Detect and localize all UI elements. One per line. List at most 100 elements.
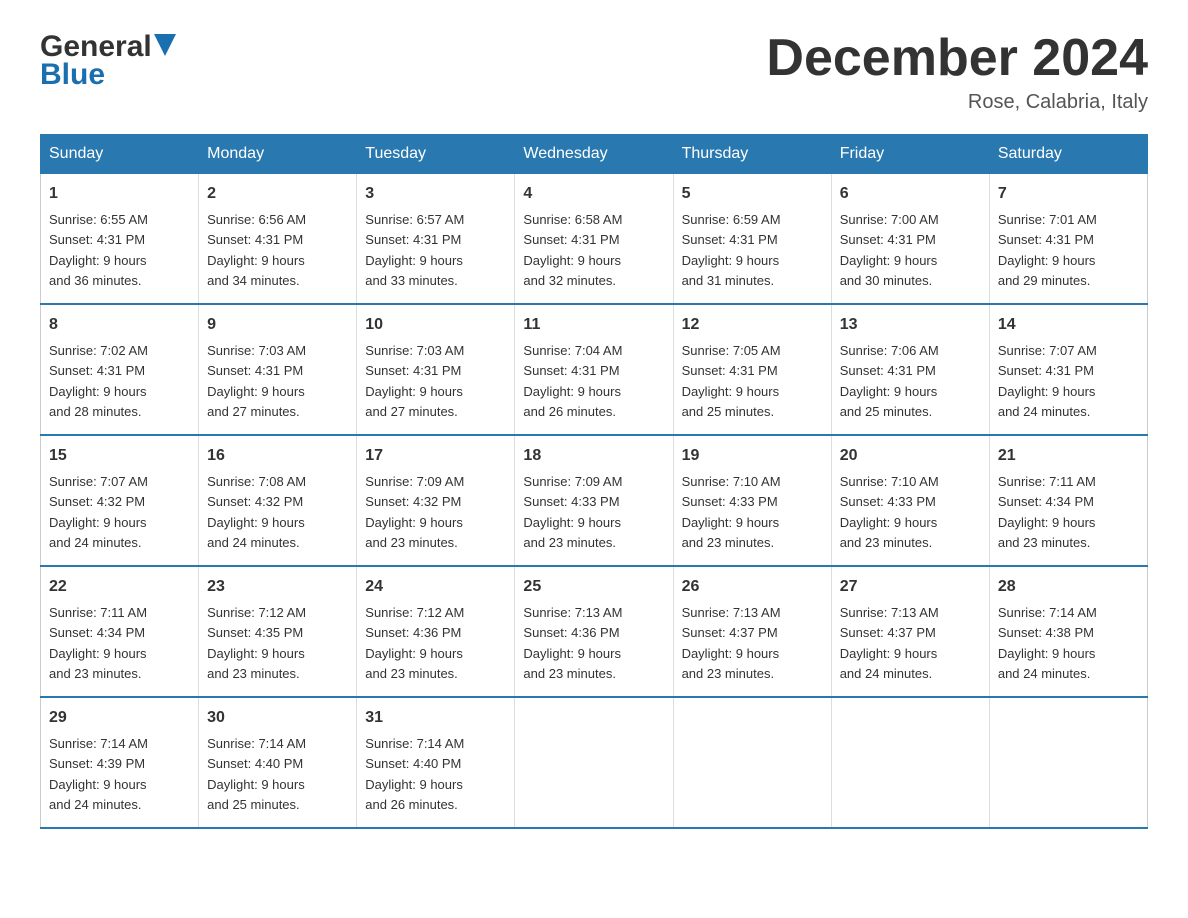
day-number: 23 <box>207 575 348 599</box>
day-info: Sunrise: 7:13 AMSunset: 4:37 PMDaylight:… <box>682 605 781 681</box>
col-friday: Friday <box>831 135 989 174</box>
table-row: 29 Sunrise: 7:14 AMSunset: 4:39 PMDaylig… <box>41 697 199 828</box>
day-info: Sunrise: 7:09 AMSunset: 4:32 PMDaylight:… <box>365 474 464 550</box>
day-number: 16 <box>207 444 348 468</box>
day-number: 5 <box>682 182 823 206</box>
day-number: 31 <box>365 706 506 730</box>
day-number: 22 <box>49 575 190 599</box>
table-row: 6 Sunrise: 7:00 AMSunset: 4:31 PMDayligh… <box>831 174 989 305</box>
table-row: 2 Sunrise: 6:56 AMSunset: 4:31 PMDayligh… <box>199 174 357 305</box>
day-number: 4 <box>523 182 664 206</box>
day-number: 2 <box>207 182 348 206</box>
day-number: 24 <box>365 575 506 599</box>
location-title: Rose, Calabria, Italy <box>766 91 1148 114</box>
day-number: 19 <box>682 444 823 468</box>
day-info: Sunrise: 7:11 AMSunset: 4:34 PMDaylight:… <box>49 605 147 681</box>
calendar-body: 1 Sunrise: 6:55 AMSunset: 4:31 PMDayligh… <box>41 174 1148 829</box>
day-number: 30 <box>207 706 348 730</box>
logo-arrow-icon <box>154 34 176 61</box>
day-info: Sunrise: 7:13 AMSunset: 4:37 PMDaylight:… <box>840 605 939 681</box>
day-info: Sunrise: 7:14 AMSunset: 4:40 PMDaylight:… <box>365 736 464 812</box>
day-number: 6 <box>840 182 981 206</box>
day-info: Sunrise: 6:56 AMSunset: 4:31 PMDaylight:… <box>207 212 306 288</box>
table-row: 24 Sunrise: 7:12 AMSunset: 4:36 PMDaylig… <box>357 566 515 697</box>
table-row: 28 Sunrise: 7:14 AMSunset: 4:38 PMDaylig… <box>989 566 1147 697</box>
day-number: 14 <box>998 313 1139 337</box>
day-number: 27 <box>840 575 981 599</box>
day-number: 3 <box>365 182 506 206</box>
col-monday: Monday <box>199 135 357 174</box>
table-row: 31 Sunrise: 7:14 AMSunset: 4:40 PMDaylig… <box>357 697 515 828</box>
table-row: 1 Sunrise: 6:55 AMSunset: 4:31 PMDayligh… <box>41 174 199 305</box>
day-number: 8 <box>49 313 190 337</box>
day-info: Sunrise: 7:07 AMSunset: 4:31 PMDaylight:… <box>998 343 1097 419</box>
day-number: 18 <box>523 444 664 468</box>
day-number: 9 <box>207 313 348 337</box>
day-info: Sunrise: 7:13 AMSunset: 4:36 PMDaylight:… <box>523 605 622 681</box>
day-info: Sunrise: 6:55 AMSunset: 4:31 PMDaylight:… <box>49 212 148 288</box>
table-row <box>515 697 673 828</box>
day-info: Sunrise: 6:57 AMSunset: 4:31 PMDaylight:… <box>365 212 464 288</box>
table-row: 19 Sunrise: 7:10 AMSunset: 4:33 PMDaylig… <box>673 435 831 566</box>
calendar-table: Sunday Monday Tuesday Wednesday Thursday… <box>40 134 1148 829</box>
table-row: 21 Sunrise: 7:11 AMSunset: 4:34 PMDaylig… <box>989 435 1147 566</box>
day-info: Sunrise: 7:10 AMSunset: 4:33 PMDaylight:… <box>682 474 781 550</box>
day-number: 21 <box>998 444 1139 468</box>
table-row: 4 Sunrise: 6:58 AMSunset: 4:31 PMDayligh… <box>515 174 673 305</box>
day-info: Sunrise: 7:07 AMSunset: 4:32 PMDaylight:… <box>49 474 148 550</box>
day-number: 17 <box>365 444 506 468</box>
table-row: 22 Sunrise: 7:11 AMSunset: 4:34 PMDaylig… <box>41 566 199 697</box>
table-row: 15 Sunrise: 7:07 AMSunset: 4:32 PMDaylig… <box>41 435 199 566</box>
day-number: 12 <box>682 313 823 337</box>
table-row <box>989 697 1147 828</box>
day-info: Sunrise: 7:06 AMSunset: 4:31 PMDaylight:… <box>840 343 939 419</box>
day-info: Sunrise: 7:03 AMSunset: 4:31 PMDaylight:… <box>365 343 464 419</box>
table-row <box>673 697 831 828</box>
day-number: 29 <box>49 706 190 730</box>
day-info: Sunrise: 7:11 AMSunset: 4:34 PMDaylight:… <box>998 474 1096 550</box>
table-row: 16 Sunrise: 7:08 AMSunset: 4:32 PMDaylig… <box>199 435 357 566</box>
day-number: 28 <box>998 575 1139 599</box>
table-row: 27 Sunrise: 7:13 AMSunset: 4:37 PMDaylig… <box>831 566 989 697</box>
day-info: Sunrise: 7:10 AMSunset: 4:33 PMDaylight:… <box>840 474 939 550</box>
table-row: 20 Sunrise: 7:10 AMSunset: 4:33 PMDaylig… <box>831 435 989 566</box>
day-number: 26 <box>682 575 823 599</box>
day-info: Sunrise: 7:03 AMSunset: 4:31 PMDaylight:… <box>207 343 306 419</box>
title-area: December 2024 Rose, Calabria, Italy <box>766 30 1148 114</box>
logo-blue: Blue <box>40 58 105 92</box>
day-info: Sunrise: 7:00 AMSunset: 4:31 PMDaylight:… <box>840 212 939 288</box>
logo: General Blue <box>40 30 176 92</box>
day-number: 7 <box>998 182 1139 206</box>
table-row: 10 Sunrise: 7:03 AMSunset: 4:31 PMDaylig… <box>357 304 515 435</box>
day-number: 13 <box>840 313 981 337</box>
day-number: 25 <box>523 575 664 599</box>
day-number: 11 <box>523 313 664 337</box>
col-sunday: Sunday <box>41 135 199 174</box>
day-info: Sunrise: 7:08 AMSunset: 4:32 PMDaylight:… <box>207 474 306 550</box>
table-row: 26 Sunrise: 7:13 AMSunset: 4:37 PMDaylig… <box>673 566 831 697</box>
day-info: Sunrise: 7:09 AMSunset: 4:33 PMDaylight:… <box>523 474 622 550</box>
day-info: Sunrise: 6:58 AMSunset: 4:31 PMDaylight:… <box>523 212 622 288</box>
table-row: 12 Sunrise: 7:05 AMSunset: 4:31 PMDaylig… <box>673 304 831 435</box>
table-row: 9 Sunrise: 7:03 AMSunset: 4:31 PMDayligh… <box>199 304 357 435</box>
day-info: Sunrise: 7:05 AMSunset: 4:31 PMDaylight:… <box>682 343 781 419</box>
table-row <box>831 697 989 828</box>
table-row: 18 Sunrise: 7:09 AMSunset: 4:33 PMDaylig… <box>515 435 673 566</box>
day-number: 15 <box>49 444 190 468</box>
day-number: 10 <box>365 313 506 337</box>
table-row: 3 Sunrise: 6:57 AMSunset: 4:31 PMDayligh… <box>357 174 515 305</box>
col-wednesday: Wednesday <box>515 135 673 174</box>
table-row: 17 Sunrise: 7:09 AMSunset: 4:32 PMDaylig… <box>357 435 515 566</box>
table-row: 30 Sunrise: 7:14 AMSunset: 4:40 PMDaylig… <box>199 697 357 828</box>
table-row: 13 Sunrise: 7:06 AMSunset: 4:31 PMDaylig… <box>831 304 989 435</box>
day-info: Sunrise: 7:14 AMSunset: 4:40 PMDaylight:… <box>207 736 306 812</box>
day-info: Sunrise: 7:02 AMSunset: 4:31 PMDaylight:… <box>49 343 148 419</box>
day-info: Sunrise: 7:12 AMSunset: 4:35 PMDaylight:… <box>207 605 306 681</box>
col-saturday: Saturday <box>989 135 1147 174</box>
month-title: December 2024 <box>766 30 1148 87</box>
table-row: 14 Sunrise: 7:07 AMSunset: 4:31 PMDaylig… <box>989 304 1147 435</box>
col-thursday: Thursday <box>673 135 831 174</box>
table-row: 25 Sunrise: 7:13 AMSunset: 4:36 PMDaylig… <box>515 566 673 697</box>
calendar-header: Sunday Monday Tuesday Wednesday Thursday… <box>41 135 1148 174</box>
table-row: 23 Sunrise: 7:12 AMSunset: 4:35 PMDaylig… <box>199 566 357 697</box>
